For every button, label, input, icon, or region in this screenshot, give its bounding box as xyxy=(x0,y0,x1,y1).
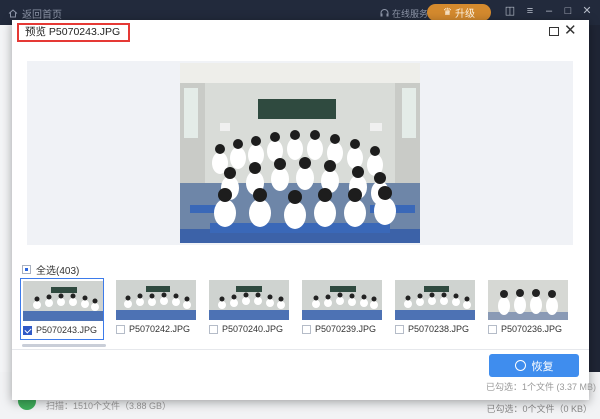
thumbnail-caption: P5070236.JPG xyxy=(488,324,562,334)
maximize-icon[interactable]: □ xyxy=(562,5,574,17)
preview-area xyxy=(27,61,573,245)
thumbnail-checkbox[interactable] xyxy=(395,324,404,334)
thumbnail-image xyxy=(116,280,196,320)
back-home-label: 返回首页 xyxy=(22,10,62,21)
thumbnail-checkbox[interactable] xyxy=(302,324,311,334)
thumbnail-image xyxy=(302,280,382,320)
headset-icon xyxy=(380,9,389,17)
thumbnail-item[interactable]: P5070240.JPG xyxy=(207,278,291,340)
dialog-title: 预览 P5070243.JPG xyxy=(17,23,131,42)
thumbnail-filename: P5070239.JPG xyxy=(315,324,377,334)
footer-scan-summary: 扫描：1510个文件（3.88 GB） xyxy=(46,401,172,411)
preview-dialog: 预览 P5070243.JPG ✕ 全选(403) P5070243.JPG P… xyxy=(12,20,596,400)
thumbnail-scrollbar[interactable] xyxy=(22,344,106,347)
maximize-icon[interactable] xyxy=(549,27,559,36)
thumbnail-filename: P5070242.JPG xyxy=(129,324,191,334)
dialog-header: 预览 P5070243.JPG ✕ xyxy=(12,20,589,45)
selection-status: 已勾选：1个文件 (3.37 MB) xyxy=(486,382,597,392)
thumbnail-image xyxy=(23,281,103,321)
thumbnail-item[interactable]: P5070242.JPG xyxy=(114,278,198,340)
thumbnail-item[interactable]: P5070236.JPG xyxy=(486,278,570,340)
back-home-link[interactable]: 返回首页 xyxy=(8,6,62,21)
thumbnail-item[interactable]: P5070239.JPG xyxy=(300,278,384,340)
thumbnail-checkbox[interactable] xyxy=(23,325,32,335)
close-icon[interactable]: ✕ xyxy=(564,22,577,40)
thumbnail-checkbox[interactable] xyxy=(209,324,218,334)
thumbnail-image xyxy=(488,280,568,320)
thumbnail-filename: P5070240.JPG xyxy=(222,324,284,334)
menu-icon[interactable]: ≡ xyxy=(524,5,536,17)
thumbnail-caption: P5070240.JPG xyxy=(209,324,283,334)
minimize-icon[interactable]: – xyxy=(543,5,555,17)
thumbnail-caption: P5070242.JPG xyxy=(116,324,190,334)
thumbnail-item[interactable]: P5070243.JPG xyxy=(20,278,104,340)
select-all-label: 全选(403) xyxy=(36,266,80,277)
thumbnail-filename: P5070238.JPG xyxy=(408,324,470,334)
thumbnail-image xyxy=(395,280,475,320)
recover-label: 恢复 xyxy=(531,360,554,373)
online-service-label: 在线服务 xyxy=(392,9,429,19)
thumbnail-caption: P5070239.JPG xyxy=(302,324,376,334)
home-icon xyxy=(8,9,18,18)
upgrade-label: 升级 xyxy=(454,9,475,20)
preview-image xyxy=(180,63,420,243)
feedback-icon[interactable]: ◫ xyxy=(504,5,516,17)
thumbnail-filename: P5070236.JPG xyxy=(501,324,563,334)
thumbnail-item[interactable]: P5070238.JPG xyxy=(393,278,477,340)
app-close-icon[interactable]: ✕ xyxy=(581,5,593,17)
thumbnail-image xyxy=(209,280,289,320)
thumbnail-checkbox[interactable] xyxy=(488,324,497,334)
restore-icon xyxy=(514,360,526,371)
crown-icon: ♛ xyxy=(443,7,452,18)
classroom-photo xyxy=(180,63,420,243)
thumbnail-filename: P5070243.JPG xyxy=(36,325,98,335)
recover-button[interactable]: 恢复 xyxy=(489,354,579,377)
footer-selected-summary: 已勾选：0个文件（0 KB） xyxy=(486,404,592,414)
upgrade-button[interactable]: ♛ 升级 xyxy=(427,4,491,21)
dialog-divider xyxy=(12,349,589,350)
thumbnail-strip: P5070243.JPG P5070242.JPG P5070240.JPG P… xyxy=(20,278,576,344)
app-sidebar xyxy=(0,25,12,372)
online-service-button[interactable]: 在线服务 xyxy=(380,7,428,20)
thumbnail-caption: P5070238.JPG xyxy=(395,324,469,334)
thumbnail-caption: P5070243.JPG xyxy=(23,325,97,335)
select-all-checkbox[interactable]: 全选(403) xyxy=(22,262,79,277)
thumbnail-checkbox[interactable] xyxy=(116,324,125,334)
select-all-box[interactable] xyxy=(22,265,31,274)
